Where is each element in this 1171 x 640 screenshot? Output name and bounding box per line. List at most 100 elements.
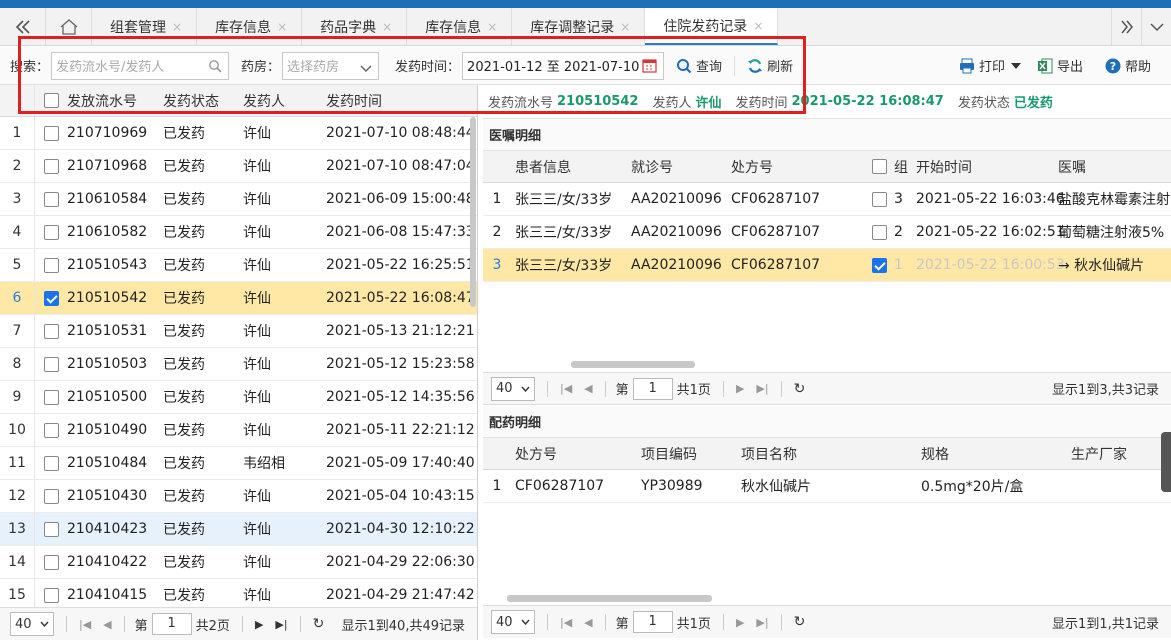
dispense-page-number-input[interactable]: 1 bbox=[632, 611, 673, 633]
table-row[interactable]: 7 210510531 已发药 许仙 2021-05-13 21:12:21 bbox=[0, 315, 477, 348]
orders-select-all-checkbox[interactable] bbox=[864, 159, 894, 174]
table-row[interactable]: 4 210610582 已发药 许仙 2021-06-08 15:47:33 bbox=[0, 216, 477, 249]
tab-0[interactable]: 组套管理 × bbox=[92, 8, 198, 45]
row-checkbox-cell[interactable] bbox=[35, 224, 67, 240]
row-checkbox-cell[interactable] bbox=[35, 257, 67, 273]
scroll-tabs-right-icon[interactable] bbox=[1111, 8, 1141, 45]
row-checkbox[interactable] bbox=[871, 224, 887, 240]
reload-icon[interactable]: ↻ bbox=[794, 381, 806, 397]
last-page-icon[interactable]: ▶| bbox=[756, 616, 768, 629]
row-checkbox[interactable] bbox=[43, 422, 59, 438]
table-row[interactable]: 11 210510484 已发药 韦绍相 2021-05-09 17:40:40 bbox=[0, 447, 477, 480]
table-row[interactable]: 1 210710969 已发药 许仙 2021-07-10 08:48:44 bbox=[0, 117, 477, 150]
first-page-icon[interactable]: |◀ bbox=[560, 382, 572, 395]
row-checkbox[interactable] bbox=[43, 554, 59, 570]
column-header-group[interactable]: 组 bbox=[894, 157, 916, 177]
column-header-status[interactable]: 发药状态 bbox=[163, 91, 243, 111]
collapse-left-icon[interactable] bbox=[0, 8, 46, 45]
row-checkbox[interactable] bbox=[43, 587, 59, 603]
orders-page-number-input[interactable]: 1 bbox=[632, 377, 673, 400]
table-row[interactable]: 1 CF06287107 YP30989 秋水仙碱片 0.5mg*20片/盒 bbox=[483, 470, 1171, 503]
row-checkbox-cell[interactable] bbox=[35, 191, 67, 207]
row-checkbox[interactable] bbox=[43, 191, 59, 207]
table-row[interactable]: 5 210510543 已发药 许仙 2021-05-22 16:25:51 bbox=[0, 249, 477, 282]
refresh-button[interactable]: 刷新 bbox=[747, 56, 793, 75]
last-page-icon[interactable]: ▶| bbox=[756, 382, 768, 395]
pharmacy-select[interactable]: 选择药房 bbox=[282, 51, 380, 80]
last-page-icon[interactable]: ▶| bbox=[275, 618, 287, 631]
row-checkbox-cell[interactable] bbox=[35, 323, 67, 339]
table-row[interactable]: 14 210410422 已发药 许仙 2021-04-29 22:06:30 bbox=[0, 546, 477, 579]
reload-icon[interactable]: ↻ bbox=[313, 616, 325, 632]
search-input[interactable]: 发药流水号/发药人 bbox=[51, 51, 230, 80]
next-page-icon[interactable]: ▶ bbox=[736, 616, 744, 629]
next-page-icon[interactable]: ▶ bbox=[736, 382, 744, 395]
column-header-patient[interactable]: 患者信息 bbox=[511, 157, 631, 177]
query-button[interactable]: 查询 bbox=[676, 56, 722, 75]
row-checkbox-cell[interactable] bbox=[35, 125, 67, 141]
table-row[interactable]: 2 张三三/女/33岁 AA20210096 CF06287107 2 2021-05-2… bbox=[483, 216, 1171, 249]
page-number-input[interactable]: 1 bbox=[151, 613, 192, 635]
column-header-order[interactable]: 医嘱 bbox=[1058, 157, 1086, 177]
row-checkbox-cell[interactable] bbox=[35, 587, 67, 603]
export-button[interactable]: 导出 bbox=[1037, 56, 1083, 75]
close-icon[interactable]: × bbox=[277, 20, 287, 34]
tab-menu-chevron-down-icon[interactable] bbox=[1141, 8, 1171, 45]
table-row[interactable]: 10 210510490 已发药 许仙 2021-05-11 22:21:12 bbox=[0, 414, 477, 447]
row-checkbox-cell[interactable] bbox=[35, 158, 67, 174]
row-checkbox-cell[interactable] bbox=[35, 422, 67, 438]
print-button[interactable]: 打印 bbox=[959, 56, 1025, 75]
table-row[interactable]: 3 张三三/女/33岁 AA20210096 CF06287107 1 2021-05-2… bbox=[483, 249, 1171, 282]
orders-horizontal-scrollbar[interactable] bbox=[571, 361, 695, 368]
reload-icon[interactable]: ↻ bbox=[794, 614, 806, 630]
row-checkbox[interactable] bbox=[43, 323, 59, 339]
table-row[interactable]: 8 210510503 已发药 许仙 2021-05-12 15:23:58 bbox=[0, 348, 477, 381]
row-checkbox-cell[interactable] bbox=[864, 224, 894, 240]
row-checkbox-cell[interactable] bbox=[35, 389, 67, 405]
table-row[interactable]: 3 210610584 已发药 许仙 2021-06-09 15:00:48 bbox=[0, 183, 477, 216]
column-header-spec[interactable]: 规格 bbox=[921, 444, 1071, 464]
table-row[interactable]: 13 210410423 已发药 许仙 2021-04-30 12:10:22 bbox=[0, 513, 477, 546]
column-header-prescription[interactable]: 处方号 bbox=[731, 157, 864, 177]
row-checkbox[interactable] bbox=[871, 191, 887, 207]
row-checkbox[interactable] bbox=[43, 224, 59, 240]
row-checkbox[interactable] bbox=[43, 521, 59, 537]
row-checkbox[interactable] bbox=[871, 257, 887, 273]
side-panel-handle[interactable] bbox=[1161, 432, 1171, 492]
tab-1[interactable]: 库存信息 × bbox=[197, 8, 303, 45]
tab-2[interactable]: 药品字典 × bbox=[302, 8, 408, 45]
dispense-horizontal-scrollbar[interactable] bbox=[507, 595, 712, 602]
row-checkbox-cell[interactable] bbox=[35, 554, 67, 570]
orders-page-size-select[interactable]: 40 bbox=[491, 376, 535, 401]
row-checkbox-cell[interactable] bbox=[864, 257, 894, 273]
prev-page-icon[interactable]: ◀ bbox=[584, 382, 592, 395]
prev-page-icon[interactable]: ◀ bbox=[584, 616, 592, 629]
row-checkbox-cell[interactable] bbox=[35, 455, 67, 471]
row-checkbox[interactable] bbox=[43, 455, 59, 471]
row-checkbox-cell[interactable] bbox=[35, 356, 67, 372]
tab-4[interactable]: 库存调整记录 × bbox=[512, 8, 646, 45]
tab-3[interactable]: 库存信息 × bbox=[407, 8, 513, 45]
close-icon[interactable]: × bbox=[487, 20, 497, 34]
column-header-serial[interactable]: 发放流水号 bbox=[67, 91, 163, 111]
column-header-person[interactable]: 发药人 bbox=[243, 91, 326, 111]
column-header-time[interactable]: 发药时间 bbox=[326, 91, 476, 111]
column-header-prescription[interactable]: 处方号 bbox=[511, 444, 641, 464]
table-row[interactable]: 9 210510500 已发药 许仙 2021-05-12 14:35:56 bbox=[0, 381, 477, 414]
table-row[interactable]: 6 210510542 已发药 许仙 2021-05-22 16:08:47 bbox=[0, 282, 477, 315]
help-button[interactable]: ? 帮助 bbox=[1105, 56, 1151, 75]
table-row[interactable]: 12 210510430 已发药 许仙 2021-05-04 10:43:15 bbox=[0, 480, 477, 513]
column-header-item-code[interactable]: 项目编码 bbox=[641, 444, 741, 464]
table-row[interactable]: 2 210710968 已发药 许仙 2021-07-10 08:47:04 bbox=[0, 150, 477, 183]
table-row[interactable]: 1 张三三/女/33岁 AA20210096 CF06287107 3 2021-05-2… bbox=[483, 183, 1171, 216]
prev-page-icon[interactable]: ◀ bbox=[103, 618, 111, 631]
next-page-icon[interactable]: ▶ bbox=[255, 618, 263, 631]
home-icon[interactable] bbox=[46, 8, 92, 45]
row-checkbox[interactable] bbox=[43, 158, 59, 174]
close-icon[interactable]: × bbox=[753, 19, 763, 33]
row-checkbox-cell[interactable] bbox=[35, 521, 67, 537]
left-grid-vertical-scrollbar[interactable] bbox=[470, 117, 476, 307]
select-all-checkbox[interactable] bbox=[35, 93, 67, 108]
date-range-input[interactable]: 2021-01-12 至 2021-07-10 bbox=[462, 51, 665, 80]
row-checkbox[interactable] bbox=[43, 389, 59, 405]
